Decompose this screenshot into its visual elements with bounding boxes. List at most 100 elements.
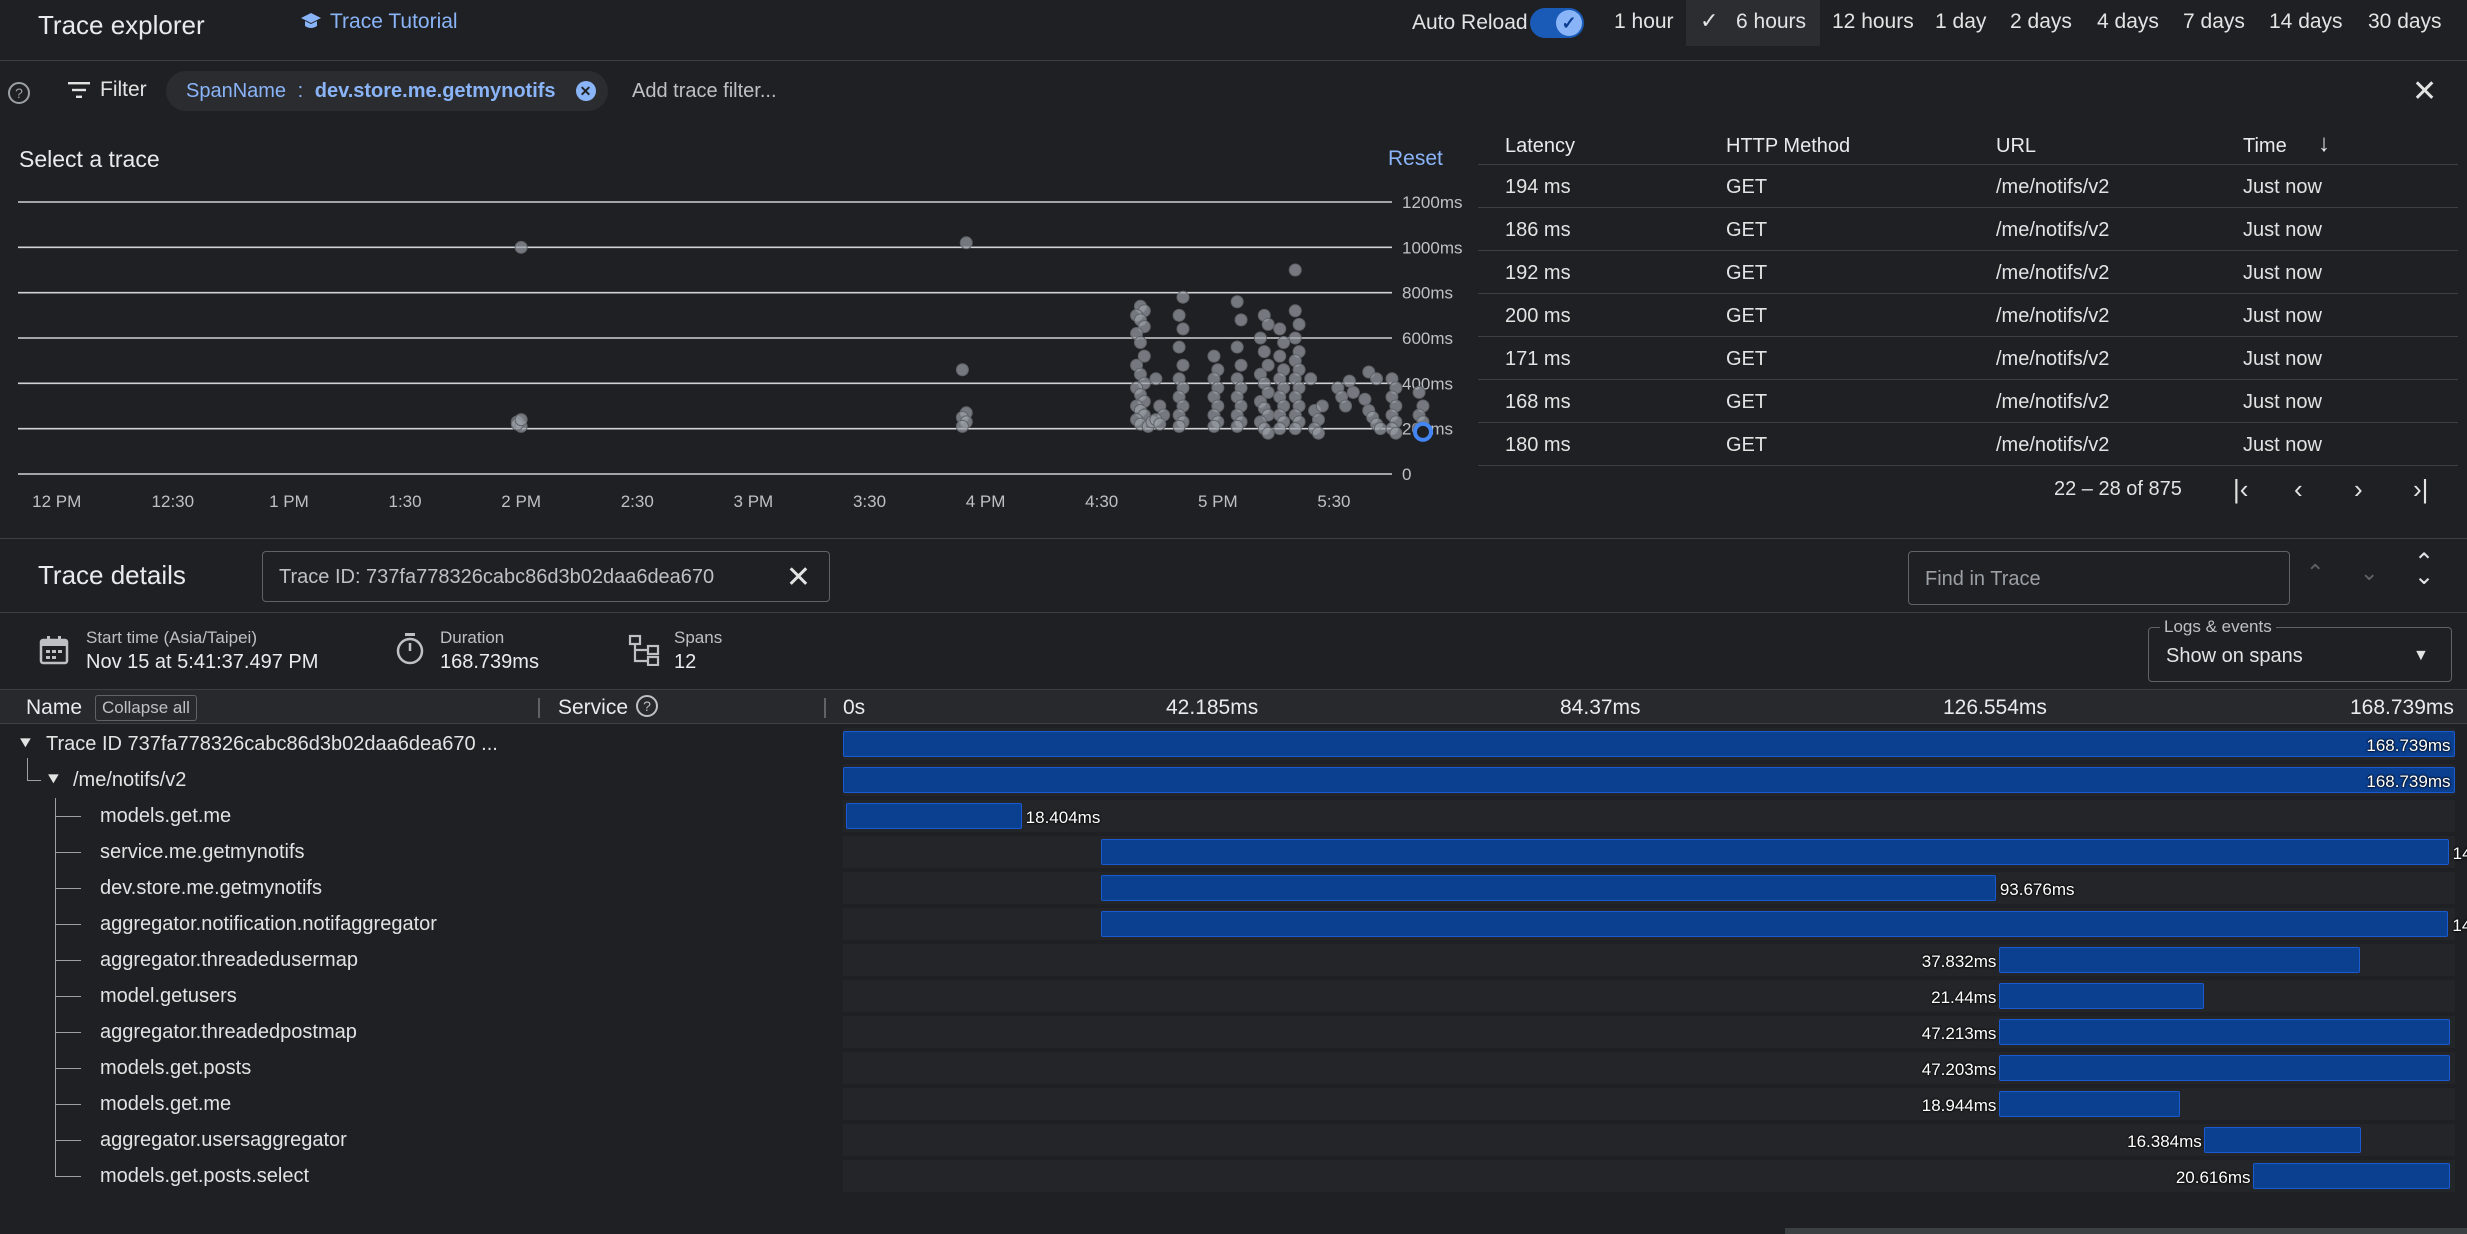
table-row[interactable]: 168 ms GET/me/notifs/v2 Just now: [1478, 380, 2458, 423]
trace-point[interactable]: [1172, 419, 1186, 433]
table-row[interactable]: 192 ms GET/me/notifs/v2 Just now: [1478, 251, 2458, 294]
trace-point[interactable]: [1153, 417, 1167, 431]
trace-point[interactable]: [1288, 331, 1302, 345]
trace-point[interactable]: [1389, 426, 1403, 440]
chevron-down-icon[interactable]: ⌄: [2360, 560, 2378, 586]
span-bar[interactable]: [843, 731, 2455, 757]
trace-point[interactable]: [1311, 426, 1325, 440]
trace-point[interactable]: [1273, 349, 1287, 363]
table-row[interactable]: 200 ms GET/me/notifs/v2 Just now: [1478, 294, 2458, 337]
trace-point[interactable]: [1172, 340, 1186, 354]
column-header-time[interactable]: Time: [2243, 135, 2287, 158]
trace-point[interactable]: [1207, 349, 1221, 363]
column-resize-handle[interactable]: [824, 698, 826, 718]
range-6-hours[interactable]: 6 hours: [1736, 10, 1806, 34]
trace-point[interactable]: [1207, 419, 1221, 433]
range-4-days[interactable]: 4 days: [2097, 10, 2159, 34]
span-bar[interactable]: [1100, 839, 2449, 865]
span-row[interactable]: aggregator.threadedusermap 37.832ms: [0, 942, 2467, 978]
trace-point[interactable]: [1370, 372, 1384, 386]
trace-point[interactable]: [1315, 399, 1329, 413]
previous-page-icon[interactable]: ‹: [2294, 474, 2303, 505]
close-icon[interactable]: ✕: [575, 81, 596, 101]
span-row[interactable]: models.get.posts.select 20.616ms: [0, 1158, 2467, 1194]
span-bar[interactable]: [1100, 875, 1996, 901]
filter-chip[interactable]: SpanName : dev.store.me.getmynotifs ✕: [166, 71, 608, 111]
trace-point[interactable]: [1230, 340, 1244, 354]
span-row[interactable]: dev.store.me.getmynotifs 93.676ms: [0, 870, 2467, 906]
trace-point[interactable]: [1230, 295, 1244, 309]
span-row[interactable]: model.getusers 21.44ms: [0, 978, 2467, 1014]
trace-point[interactable]: [1230, 419, 1244, 433]
find-in-trace-input[interactable]: Find in Trace: [1908, 551, 2290, 605]
trace-point[interactable]: [1373, 422, 1387, 436]
close-icon[interactable]: ✕: [786, 560, 811, 595]
filter-button[interactable]: Filter: [68, 78, 147, 102]
trace-point[interactable]: [1292, 317, 1306, 331]
trace-point[interactable]: [1261, 426, 1275, 440]
expand-all-icon[interactable]: ⌃ ⌄: [2414, 551, 2434, 589]
span-row[interactable]: ▼ /me/notifs/v2 168.739ms: [0, 758, 2467, 798]
trace-tutorial-link[interactable]: Trace Tutorial: [300, 10, 458, 34]
trace-point[interactable]: [1358, 392, 1372, 406]
range-12-hours[interactable]: 12 hours: [1832, 10, 1914, 34]
trace-point[interactable]: [1176, 322, 1190, 336]
chevron-down-icon[interactable]: ▼: [45, 770, 63, 787]
span-row[interactable]: aggregator.threadedpostmap 47.213ms: [0, 1014, 2467, 1050]
trace-point[interactable]: [1133, 336, 1147, 350]
table-row[interactable]: 171 ms GET/me/notifs/v2 Just now: [1478, 337, 2458, 380]
span-bar[interactable]: [845, 803, 1022, 829]
table-row[interactable]: 186 ms GET/me/notifs/v2 Just now: [1478, 208, 2458, 251]
trace-point[interactable]: [1346, 385, 1360, 399]
range-30-days[interactable]: 30 days: [2368, 10, 2442, 34]
table-row[interactable]: 194 ms GET/me/notifs/v2 Just now: [1478, 165, 2458, 208]
span-bar[interactable]: [2253, 1163, 2450, 1189]
trace-point[interactable]: [1234, 358, 1248, 372]
trace-point[interactable]: [514, 413, 528, 427]
range-7-days[interactable]: 7 days: [2183, 10, 2245, 34]
trace-point[interactable]: [1339, 399, 1353, 413]
auto-reload-toggle[interactable]: ✓: [1530, 8, 1584, 38]
range-1-hour[interactable]: 1 hour: [1614, 10, 1674, 34]
span-bar[interactable]: [843, 767, 2455, 793]
first-page-icon[interactable]: |‹: [2233, 474, 2248, 505]
chevron-down-icon[interactable]: ▼: [17, 734, 35, 751]
help-icon[interactable]: ?: [636, 695, 658, 717]
span-row[interactable]: aggregator.usersaggregator 16.384ms: [0, 1122, 2467, 1158]
trace-point[interactable]: [1257, 345, 1271, 359]
trace-point[interactable]: [1234, 313, 1248, 327]
column-resize-handle[interactable]: [538, 698, 540, 718]
span-row[interactable]: aggregator.notification.notifaggregator 1…: [0, 906, 2467, 942]
close-icon[interactable]: ✕: [2412, 74, 2437, 109]
range-1-day[interactable]: 1 day: [1935, 10, 1986, 34]
arrow-down-icon[interactable]: ↓: [2318, 130, 2330, 158]
span-row[interactable]: service.me.getmynotifs 141.077ms: [0, 834, 2467, 870]
chevron-up-icon[interactable]: ⌃: [2306, 560, 2324, 586]
trace-point[interactable]: [1149, 372, 1163, 386]
trace-point[interactable]: [1176, 358, 1190, 372]
trace-point[interactable]: [1342, 374, 1356, 388]
next-page-icon[interactable]: ›: [2354, 474, 2363, 505]
trace-point[interactable]: [1288, 304, 1302, 318]
span-row[interactable]: models.get.me 18.404ms: [0, 798, 2467, 834]
trace-point[interactable]: [955, 363, 969, 377]
column-header-url[interactable]: URL: [1996, 135, 2036, 158]
trace-point[interactable]: [1288, 422, 1302, 436]
horizontal-scrollbar[interactable]: [1785, 1228, 2467, 1234]
selected-trace-point[interactable]: [1412, 421, 1433, 442]
range-2-days[interactable]: 2 days: [2010, 10, 2072, 34]
last-page-icon[interactable]: ›|: [2413, 474, 2428, 505]
trace-point[interactable]: [1176, 290, 1190, 304]
trace-point[interactable]: [1273, 422, 1287, 436]
add-filter-input[interactable]: Add trace filter...: [632, 80, 777, 103]
scatter-chart[interactable]: 0200ms400ms600ms800ms1000ms1200ms12 PM12…: [0, 190, 1478, 510]
span-row[interactable]: models.get.me 18.944ms: [0, 1086, 2467, 1122]
range-14-days[interactable]: 14 days: [2269, 10, 2343, 34]
trace-point[interactable]: [1253, 331, 1267, 345]
span-bar[interactable]: [1100, 911, 2449, 937]
span-row[interactable]: models.get.posts 47.203ms: [0, 1050, 2467, 1086]
trace-id-field[interactable]: Trace ID: 737fa778326cabc86d3b02daa6dea6…: [262, 551, 830, 602]
reset-button[interactable]: Reset: [1388, 147, 1443, 171]
trace-point[interactable]: [955, 419, 969, 433]
column-header-latency[interactable]: Latency: [1505, 135, 1575, 158]
